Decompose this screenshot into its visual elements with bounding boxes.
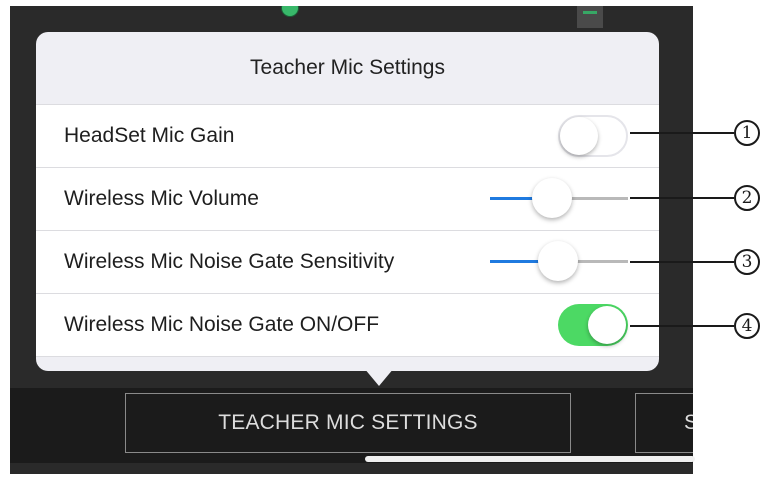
- callout-line: [630, 325, 734, 327]
- wireless-mic-volume-slider[interactable]: [490, 178, 628, 218]
- wireless-mic-volume-label: Wireless Mic Volume: [64, 187, 259, 210]
- noise-gate-sensitivity-slider[interactable]: [490, 241, 628, 281]
- second-settings-label: S: [684, 411, 693, 434]
- teacher-mic-settings-popover: Teacher Mic Settings HeadSet Mic Gain Wi…: [36, 32, 659, 386]
- bottom-tab-bar: TEACHER MIC SETTINGS S: [10, 388, 693, 463]
- noise-gate-onoff-toggle[interactable]: [558, 304, 628, 346]
- second-settings-button[interactable]: S: [635, 393, 693, 453]
- callout-number-4: 4: [734, 313, 760, 339]
- headset-mic-gain-toggle[interactable]: [558, 115, 628, 157]
- teacher-mic-settings-label: TEACHER MIC SETTINGS: [218, 411, 478, 434]
- callout-line: [630, 132, 734, 134]
- noise-gate-sensitivity-label: Wireless Mic Noise Gate Sensitivity: [64, 250, 395, 273]
- slider-thumb[interactable]: [537, 241, 578, 281]
- toggle-knob: [588, 306, 626, 344]
- menu-icon[interactable]: [577, 6, 603, 28]
- wireless-mic-volume-row: Wireless Mic Volume: [36, 168, 659, 231]
- headset-mic-gain-label: HeadSet Mic Gain: [64, 124, 235, 147]
- callout-number-2: 2: [734, 185, 760, 211]
- slider-thumb[interactable]: [532, 178, 573, 218]
- popover-title: Teacher Mic Settings: [250, 56, 445, 79]
- headset-mic-gain-row: HeadSet Mic Gain: [36, 105, 659, 168]
- home-indicator: [365, 456, 695, 462]
- callout-line: [630, 197, 734, 199]
- noise-gate-onoff-row: Wireless Mic Noise Gate ON/OFF: [36, 294, 659, 357]
- callout-number-1: 1: [734, 120, 760, 146]
- settings-list: HeadSet Mic Gain Wireless Mic Volume Wir…: [36, 104, 659, 357]
- callout-number-3: 3: [734, 249, 760, 275]
- noise-gate-sensitivity-row: Wireless Mic Noise Gate Sensitivity: [36, 231, 659, 294]
- status-indicator-dot: [281, 6, 299, 17]
- teacher-mic-settings-button[interactable]: TEACHER MIC SETTINGS: [125, 393, 571, 453]
- popover-arrow: [364, 368, 394, 386]
- noise-gate-onoff-label: Wireless Mic Noise Gate ON/OFF: [64, 313, 380, 336]
- toggle-knob: [560, 117, 598, 155]
- callout-line: [630, 261, 734, 263]
